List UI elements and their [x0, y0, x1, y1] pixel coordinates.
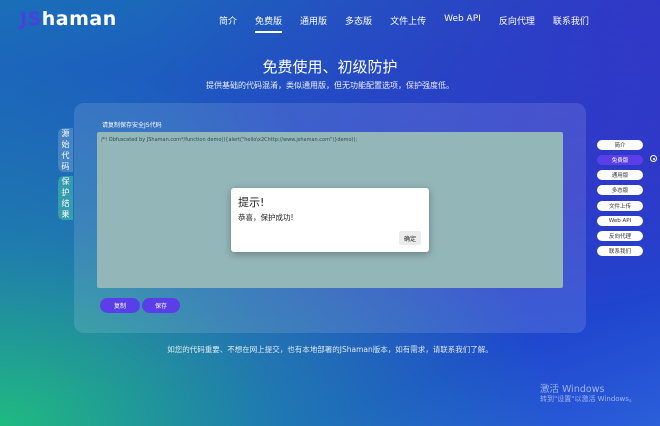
side-nav-general[interactable]: 通用版: [597, 170, 643, 180]
side-nav-contact[interactable]: 联系我们: [597, 246, 643, 256]
tab-source-code[interactable]: 源始代码: [58, 128, 73, 172]
current-section-indicator-icon: [650, 155, 657, 162]
top-nav: 简介 免费版 通用版 多态版 文件上传 Web API 反向代理 联系我们: [210, 14, 598, 34]
save-button[interactable]: 保存: [142, 298, 180, 313]
nav-item-web-api[interactable]: Web API: [435, 14, 490, 34]
page-subtitle: 提供基础的代码混淆，类似通用版，但无功能配置选项，保护强度低。: [206, 81, 454, 90]
nav-item-general[interactable]: 通用版: [291, 14, 336, 34]
nav-item-free[interactable]: 免费版: [246, 14, 291, 34]
dialog-title: 提示!: [238, 196, 265, 209]
nav-item-file-upload[interactable]: 文件上传: [381, 14, 435, 34]
side-nav-reverse-proxy[interactable]: 反向代理: [597, 231, 643, 241]
page-title: 免费使用、初级防护: [262, 58, 398, 76]
side-nav-polymorphic[interactable]: 多态版: [597, 185, 643, 195]
nav-item-polymorphic[interactable]: 多态版: [336, 14, 381, 34]
nav-item-intro[interactable]: 简介: [210, 14, 246, 34]
side-nav-free[interactable]: 免费版: [597, 155, 643, 165]
code-text: /*! Obfuscated by JShaman.com*/function …: [101, 137, 358, 143]
site-logo[interactable]: JShaman: [20, 8, 117, 30]
windows-activation-hint: 转到"设置"以激活 Windows。: [540, 395, 636, 403]
editor-label: 请复制保存安全JS代码: [102, 122, 162, 129]
side-nav-file-upload[interactable]: 文件上传: [597, 201, 643, 211]
dialog-message: 恭喜，保护成功!: [238, 213, 294, 222]
local-deploy-note: 如您的代码重要、不想在网上提交，也有本地部署的JShaman版本，如有需求，请联…: [167, 345, 493, 354]
nav-item-contact[interactable]: 联系我们: [544, 14, 598, 34]
side-nav-intro[interactable]: 简介: [597, 140, 643, 150]
windows-activation-title: 激活 Windows: [540, 384, 605, 395]
tab-protected-result[interactable]: 保护结果: [58, 176, 73, 220]
dialog-ok-button[interactable]: 确定: [399, 231, 421, 245]
copy-button[interactable]: 复制: [100, 298, 140, 313]
nav-item-reverse-proxy[interactable]: 反向代理: [490, 14, 544, 34]
alert-dialog: 提示! 恭喜，保护成功! 确定: [231, 188, 429, 252]
side-nav-web-api[interactable]: Web API: [597, 216, 643, 226]
